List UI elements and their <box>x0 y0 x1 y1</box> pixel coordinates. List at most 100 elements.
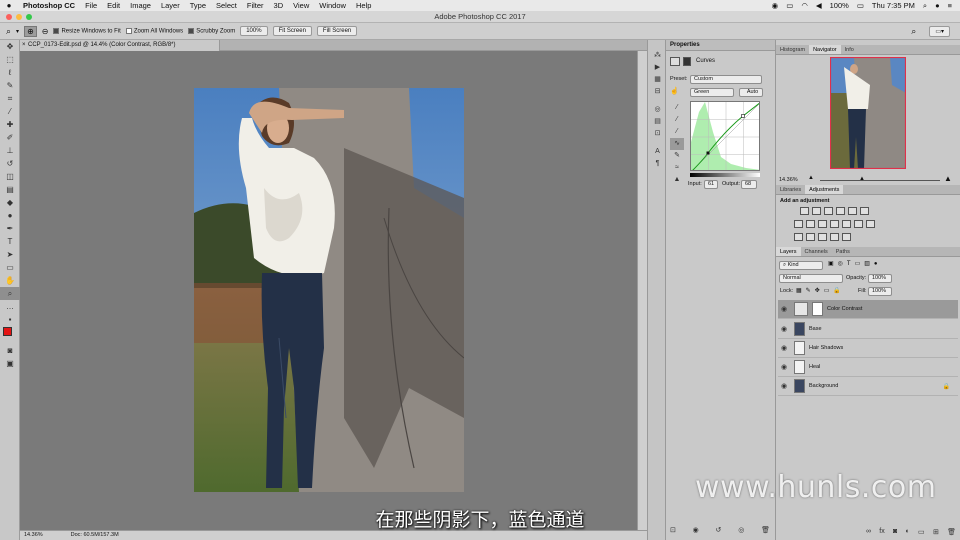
resize-windows-checkbox[interactable]: Resize Windows to Fit <box>53 27 121 34</box>
list-icon[interactable]: ≡ <box>948 1 952 10</box>
menu-filter[interactable]: Filter <box>242 1 269 10</box>
canvas-area[interactable] <box>20 51 637 530</box>
clock[interactable]: Thu 7:35 PM <box>872 1 915 10</box>
color-balance-icon[interactable] <box>806 220 815 228</box>
fit-screen-button[interactable]: Fit Screen <box>272 26 312 36</box>
layer-name[interactable]: Hair Shadows <box>809 345 843 351</box>
layer-filter-select[interactable]: ⌕ Kind <box>779 261 823 270</box>
clipping-warning-icon[interactable]: ▲ <box>670 174 684 186</box>
foreground-color-swatch[interactable] <box>3 327 12 336</box>
preset-select[interactable]: Custom <box>690 75 762 84</box>
menu-window[interactable]: Window <box>314 1 351 10</box>
menu-help[interactable]: Help <box>351 1 376 10</box>
close-window-button[interactable] <box>6 14 12 20</box>
hue-saturation-icon[interactable] <box>794 220 803 228</box>
marquee-tool-icon[interactable]: ⬚ <box>0 53 20 66</box>
new-adjustment-icon[interactable]: ◐ <box>906 528 910 536</box>
grid-icon[interactable] <box>866 220 875 228</box>
layer-mask-thumb[interactable] <box>812 302 823 316</box>
mask-icon[interactable] <box>683 57 691 66</box>
layer-name[interactable]: Color Contrast <box>827 306 862 312</box>
triangle-icon[interactable] <box>860 207 869 215</box>
type-tool-icon[interactable]: T <box>0 235 20 248</box>
menu-edit[interactable]: Edit <box>102 1 125 10</box>
menu-app-name[interactable]: Photoshop CC <box>18 1 80 10</box>
clone-stamp-tool-icon[interactable]: ⊥ <box>0 144 20 157</box>
user-avatar-icon[interactable]: ● <box>935 1 940 10</box>
layer-style-icon[interactable]: fx <box>879 528 884 536</box>
layer-row-color-contrast[interactable]: ◉ Color Contrast <box>778 300 958 319</box>
quick-mask-icon[interactable]: ◙ <box>0 344 20 357</box>
pen-tool-icon[interactable]: ✒ <box>0 222 20 235</box>
eraser-tool-icon[interactable]: ◫ <box>0 170 20 183</box>
volume-icon[interactable]: ◀ <box>816 1 822 10</box>
vibrance-icon[interactable] <box>848 207 857 215</box>
menu-file[interactable]: File <box>80 1 102 10</box>
add-mask-icon[interactable]: ◙ <box>893 528 897 536</box>
smooth-curve-icon[interactable]: ≈ <box>670 162 684 174</box>
swatches-panel-icon[interactable]: ▦ <box>648 74 667 86</box>
healing-brush-tool-icon[interactable]: ✚ <box>0 118 20 131</box>
curve-point-tool-icon[interactable]: ∿ <box>670 138 684 150</box>
zoom-window-button[interactable] <box>26 14 32 20</box>
photo-canvas[interactable] <box>194 88 464 492</box>
zoom-tool-icon[interactable]: ⌕ <box>6 26 11 37</box>
zoom-slider[interactable] <box>820 180 940 181</box>
lock-icons[interactable]: ▦✎✥▭🔒 <box>796 287 845 294</box>
paragraph-panel-icon[interactable]: ¶ <box>648 158 667 170</box>
layer-row-hair-shadows[interactable]: ◉ Hair Shadows <box>778 339 958 358</box>
link-layers-icon[interactable]: ∞ <box>866 528 871 536</box>
tab-layers[interactable]: Layers <box>776 247 801 256</box>
input-field[interactable]: 61 <box>704 180 718 189</box>
layer-row-base[interactable]: ◉ Base <box>778 320 958 339</box>
gradient-map-icon[interactable] <box>830 233 839 241</box>
zoom-tool-icon[interactable]: ⌕ <box>0 287 20 300</box>
menu-layer[interactable]: Layer <box>156 1 185 10</box>
tab-navigator[interactable]: Navigator <box>809 45 841 54</box>
new-layer-icon[interactable]: ⊞ <box>933 528 939 536</box>
eye-icon[interactable]: ◉ <box>778 305 790 313</box>
scrubby-zoom-checkbox[interactable]: Scrubby Zoom <box>188 27 235 34</box>
curves-icon[interactable] <box>824 207 833 215</box>
tab-histogram[interactable]: Histogram <box>776 45 809 54</box>
layer-name[interactable]: Heal <box>809 364 820 370</box>
record-icon[interactable]: ◉ <box>772 1 779 10</box>
lasso-tool-icon[interactable]: ℓ <box>0 66 20 79</box>
dodge-tool-icon[interactable]: ● <box>0 209 20 222</box>
color-lookup-icon[interactable] <box>854 220 863 228</box>
properties-tab[interactable]: Properties <box>666 40 775 51</box>
battery-text[interactable]: 100% <box>830 1 849 10</box>
layer-row-background[interactable]: ◉ Background 🔒 <box>778 377 958 396</box>
eyedropper-black-icon[interactable]: ⁄ <box>670 102 684 114</box>
tab-info[interactable]: Info <box>841 45 858 54</box>
gradient-tool-icon[interactable]: ▤ <box>0 183 20 196</box>
blend-mode-select[interactable]: Normal <box>779 274 843 283</box>
channel-mixer-icon[interactable] <box>842 220 851 228</box>
fill-screen-button[interactable]: Fill Screen <box>316 26 358 36</box>
hand-adjust-icon[interactable]: ☝ <box>670 87 679 95</box>
eye-icon[interactable]: ◉ <box>778 325 790 333</box>
workspace-switcher-icon[interactable]: ▭▾ <box>929 25 950 37</box>
brightness-icon[interactable] <box>800 207 809 215</box>
tab-libraries[interactable]: Libraries <box>776 185 805 194</box>
minimize-window-button[interactable] <box>16 14 22 20</box>
black-white-icon[interactable] <box>818 220 827 228</box>
fill-field[interactable]: 100% <box>868 287 892 296</box>
threshold-icon[interactable] <box>818 233 827 241</box>
history-brush-tool-icon[interactable]: ↺ <box>0 157 20 170</box>
search-icon[interactable]: ⌕ <box>911 26 916 37</box>
vertical-scrollbar[interactable] <box>637 51 647 530</box>
history-panel-icon[interactable]: ⁂ <box>648 50 667 62</box>
wifi-icon[interactable]: ◠ <box>801 1 808 10</box>
eyedropper-white-icon[interactable]: ⁄ <box>670 126 684 138</box>
zoom-all-windows-checkbox[interactable]: Zoom All Windows <box>125 27 183 34</box>
trash-icon[interactable]: 🗑 <box>761 526 770 534</box>
color-swatches[interactable] <box>0 326 19 344</box>
navigator-preview[interactable] <box>830 57 906 169</box>
adjustments-panel-icon[interactable]: ⊟ <box>648 86 667 98</box>
brush-tool-icon[interactable]: ✐ <box>0 131 20 144</box>
layer-row-heal[interactable]: ◉ Heal <box>778 358 958 377</box>
exposure-icon[interactable] <box>836 207 845 215</box>
levels-icon[interactable] <box>812 207 821 215</box>
invert-icon[interactable] <box>794 233 803 241</box>
